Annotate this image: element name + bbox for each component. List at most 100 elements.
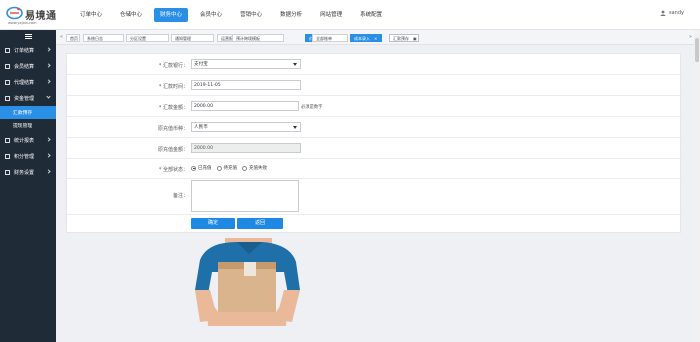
sidebar-item-fund-management[interactable]: 资金管理 (0, 90, 56, 106)
remittance-amount-input[interactable]: 2000.00 (191, 101, 299, 111)
tabs-scroll-left-icon[interactable]: « (58, 34, 65, 41)
nav-system-config[interactable]: 系统配置 (354, 8, 388, 22)
form-row-original-amount: 原充值金额： 2000.00 (67, 138, 682, 159)
caret-down-icon (293, 63, 297, 66)
menu-square-icon (5, 63, 10, 69)
page-scrollbar[interactable] (694, 30, 700, 342)
nav-data-analysis[interactable]: 数据分析 (274, 8, 308, 22)
radio-label: 充值失败 (249, 166, 267, 171)
sidebar-item-label: 积分管理 (14, 153, 35, 160)
bank-select[interactable]: 支付宝 (191, 59, 301, 69)
sidebar-item-label: 资金管理 (14, 95, 35, 102)
close-icon[interactable]: × (374, 36, 377, 41)
app-logo[interactable]: 易境通 www.yejoin.com (6, 6, 62, 26)
tab-cost-entry[interactable]: 成本录入 × (350, 34, 382, 42)
nav-member-center[interactable]: 会员中心 (194, 8, 228, 22)
nav-order-center[interactable]: 订单中心 (74, 8, 108, 22)
chevron-right-icon (46, 47, 51, 52)
chevron-right-icon (46, 63, 51, 68)
tab-home[interactable]: 首页 (66, 34, 80, 42)
logo-icon (6, 6, 23, 20)
sidebar-item-label: 代理结算 (14, 79, 35, 86)
sidebar-subitem-remittance-deposit[interactable]: 汇款预存 (0, 106, 56, 119)
sidebar-item-label: 统计报表 (14, 137, 35, 144)
nav-finance-center[interactable]: 财务中心 (154, 8, 189, 22)
sidebar-item-points-management[interactable]: 积分管理 (0, 148, 56, 164)
logo-url: www.yejoin.com (8, 21, 37, 25)
menu-square-icon (5, 47, 10, 53)
radio-recharged[interactable]: 已充值 (191, 165, 212, 171)
radio-failed[interactable]: 充值失败 (242, 165, 267, 171)
form-row-currency: 原充值币种： 人民币 (67, 117, 682, 138)
radio-unchecked-icon (242, 165, 247, 171)
delivery-person-image (192, 238, 302, 326)
form-row-time: * 汇款时间： 2019-11-05 (67, 75, 682, 96)
close-icon[interactable]: ▣ (413, 36, 417, 41)
amount-hint: 必须是数字 (301, 105, 323, 110)
main-nav: 订单中心 仓储中心 财务中心 会员中心 营销中心 数据分析 网站管理 系统配置 (74, 8, 394, 22)
sidebar-item-finance-settings[interactable]: 财务设置 (0, 164, 56, 180)
form-row-remark: 备注： (67, 179, 682, 215)
menu-square-icon (5, 79, 10, 85)
form-row-status: * 全部状态： 已充值 待充值 充值失败 (67, 159, 682, 179)
caret-down-icon (293, 126, 297, 129)
radio-label: 待充值 (223, 166, 238, 171)
tab-cross-border-template[interactable]: 预计跨境模板 (232, 34, 284, 42)
original-amount-field: 2000.00 (191, 143, 301, 153)
chevron-right-icon (46, 79, 51, 84)
menu-toggle[interactable] (0, 30, 56, 42)
time-label: * 汇款时间： (158, 84, 188, 90)
chevron-right-icon (46, 137, 51, 142)
tab-label: 成本录入 (354, 36, 370, 41)
radio-pending[interactable]: 待充值 (216, 165, 238, 171)
tab-remittance-deposit[interactable]: 汇款预存 ▣ (389, 34, 419, 42)
sidebar-item-label: 财务设置 (14, 169, 35, 176)
user-menu[interactable]: sandy (660, 10, 684, 16)
status-label: * 全部状态： (158, 167, 188, 173)
bank-label: * 汇款银行： (158, 63, 188, 69)
original-amount-label: 原充值金额： (157, 147, 188, 153)
sidebar-subitem-withdrawal-management[interactable]: 提现管理 (0, 119, 56, 132)
confirm-button[interactable]: 确定 (191, 218, 235, 229)
page-tabs: « 首页 系统日志 分区设置 通知管理 运营报告 预计跨境模板 价格模板× 全部… (56, 30, 700, 45)
tab-label: 汇款预存 (393, 36, 409, 41)
hamburger-icon (24, 33, 32, 39)
sidebar-item-statistics-report[interactable]: 统计报表 (0, 132, 56, 148)
sidebar-item-member-settlement[interactable]: 会员结算 (0, 58, 56, 74)
back-button[interactable]: 返回 (237, 218, 283, 229)
form-row-amount: * 汇款金额： 2000.00 必须是数字 (67, 96, 682, 117)
tab-notice-management[interactable]: 通知管理 (171, 34, 214, 42)
user-name: sandy (669, 10, 684, 16)
radio-label: 已充值 (198, 166, 212, 171)
nav-marketing-center[interactable]: 营销中心 (234, 8, 268, 22)
top-navbar: 易境通 www.yejoin.com 订单中心 仓储中心 财务中心 会员中心 营… (0, 0, 700, 30)
chevron-down-icon (46, 94, 51, 99)
menu-square-icon (5, 95, 10, 101)
sidebar-item-agent-settlement[interactable]: 代理结算 (0, 74, 56, 90)
tab-all-bills[interactable]: 全部账单 (312, 34, 348, 42)
sidebar-item-order-settlement[interactable]: 订单结算 (0, 42, 56, 58)
menu-square-icon (5, 169, 10, 175)
amount-label: * 汇款金额： (158, 105, 188, 111)
radio-unchecked-icon (216, 165, 222, 171)
nav-warehouse-center[interactable]: 仓储中心 (114, 8, 148, 22)
nav-site-management[interactable]: 网站管理 (314, 8, 348, 22)
form-row-bank: * 汇款银行： 支付宝 (67, 54, 682, 75)
tab-system-log[interactable]: 系统日志 (83, 34, 124, 42)
currency-select-value: 人民币 (194, 125, 208, 130)
sidebar: 订单结算 会员结算 代理结算 资金管理 汇款预存 提现管理 统计报表 积分管理 … (0, 30, 56, 342)
scrollbar-thumb[interactable] (695, 38, 699, 62)
logo-text: 易境通 (25, 11, 57, 22)
user-icon (660, 10, 666, 16)
bank-select-value: 支付宝 (194, 62, 208, 67)
currency-select[interactable]: 人民币 (191, 122, 301, 132)
tab-zone-settings[interactable]: 分区设置 (126, 34, 169, 42)
sidebar-item-label: 订单结算 (14, 47, 35, 54)
remark-label: 备注： (172, 193, 188, 199)
remittance-time-input[interactable]: 2019-11-05 (191, 80, 301, 90)
tabs-scroll-right-icon[interactable]: » (687, 34, 694, 41)
menu-square-icon (5, 137, 10, 143)
radio-checked-icon (191, 165, 196, 171)
status-radio-group: 已充值 待充值 充值失败 (191, 165, 272, 171)
remark-textarea[interactable] (191, 180, 299, 212)
